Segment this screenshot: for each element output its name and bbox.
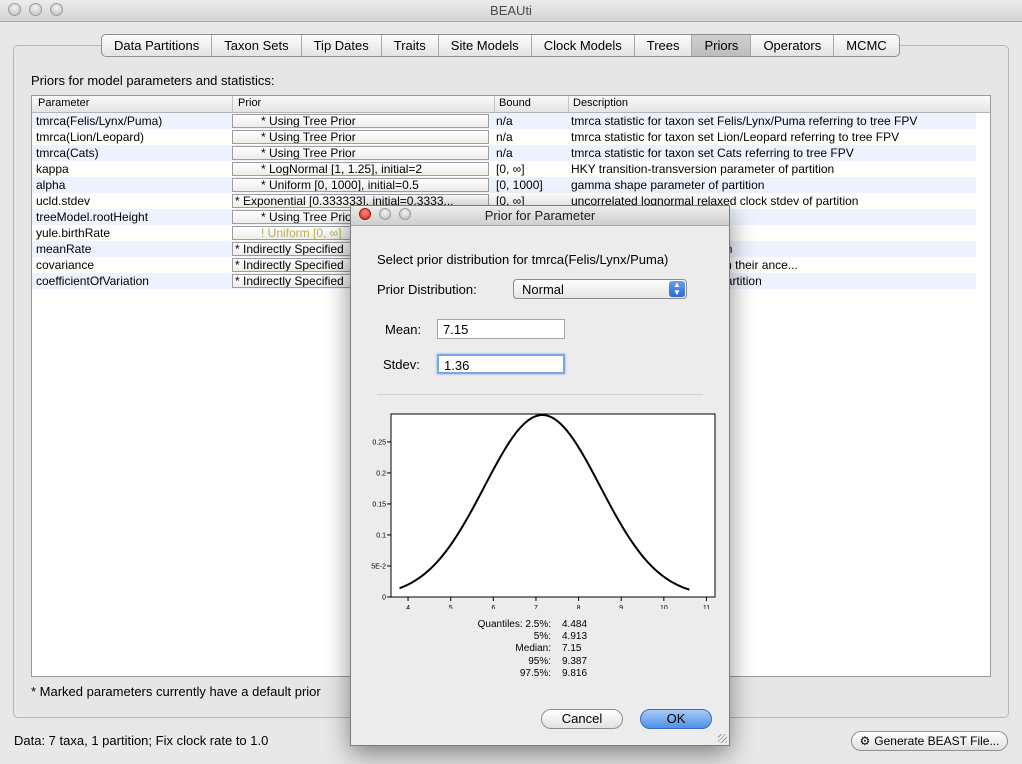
- dialog-separator: [377, 394, 703, 395]
- dialog-prompt: Select prior distribution for tmrca(Feli…: [377, 252, 669, 267]
- column-header-prior[interactable]: Prior: [238, 97, 261, 109]
- dialog-title: Prior for Parameter: [484, 208, 596, 223]
- prior-button[interactable]: * Using Tree Prior: [232, 114, 489, 128]
- tab-operators[interactable]: Operators: [751, 35, 835, 56]
- quantile-value: 4.913: [562, 631, 588, 643]
- mean-label: Mean:: [385, 322, 422, 337]
- x-tick-label: 8: [577, 605, 581, 609]
- quantile-label: Quantiles: 2.5%:: [477, 619, 551, 630]
- tab-clock-models[interactable]: Clock Models: [532, 35, 635, 56]
- cancel-button[interactable]: Cancel: [541, 709, 623, 729]
- parameter-cell: alpha: [36, 178, 66, 192]
- tab-mcmc[interactable]: MCMC: [834, 35, 898, 56]
- gear-icon: ⚙: [859, 734, 871, 748]
- x-tick-label: 10: [660, 605, 668, 609]
- y-tick-label: 0.2: [376, 470, 386, 477]
- table-row[interactable]: alpha * Uniform [0, 1000], initial=0.5 […: [32, 177, 976, 193]
- tab-site-models[interactable]: Site Models: [439, 35, 532, 56]
- description-cell: gamma shape parameter of partition: [571, 178, 765, 192]
- y-tick-label: 0.1: [376, 532, 386, 539]
- y-tick-label: 0.25: [372, 439, 386, 446]
- column-header-description[interactable]: Description: [573, 97, 628, 109]
- x-tick-label: 11: [703, 605, 710, 609]
- tab-traits[interactable]: Traits: [382, 35, 439, 56]
- prior-button[interactable]: * Using Tree Prior: [232, 146, 489, 160]
- quantile-label: Median:: [515, 643, 551, 655]
- quantile-value: 7.15: [562, 643, 582, 655]
- priors-section-label: Priors for model parameters and statisti…: [31, 73, 275, 88]
- ok-button[interactable]: OK: [640, 709, 712, 729]
- quantile-label: 97.5%:: [519, 667, 551, 679]
- prior-button[interactable]: * LogNormal [1, 1.25], initial=2: [232, 162, 489, 176]
- description-cell: tmrca statistic for taxon set Cats refer…: [571, 146, 854, 160]
- tab-taxon-sets[interactable]: Taxon Sets: [212, 35, 302, 56]
- parameter-cell: kappa: [36, 162, 69, 176]
- updown-arrows-icon: ▲ ▼: [669, 281, 685, 297]
- default-prior-footnote: * Marked parameters currently have a def…: [31, 684, 321, 699]
- parameter-cell: tmrca(Cats): [36, 146, 99, 160]
- description-cell: tmrca statistic for taxon set Felis/Lynx…: [571, 114, 918, 128]
- mean-input[interactable]: 7.15: [437, 319, 565, 339]
- table-row[interactable]: kappa * LogNormal [1, 1.25], initial=2 […: [32, 161, 976, 177]
- x-tick-label: 4: [406, 605, 410, 609]
- quantile-value: 9.387: [562, 655, 588, 667]
- tab-tip-dates[interactable]: Tip Dates: [302, 35, 382, 56]
- parameter-cell: tmrca(Lion/Leopard): [36, 130, 145, 144]
- prior-distribution-label: Prior Distribution:: [377, 282, 477, 297]
- resize-grip[interactable]: [718, 734, 727, 743]
- table-row[interactable]: tmrca(Felis/Lynx/Puma) * Using Tree Prio…: [32, 113, 976, 129]
- table-row[interactable]: tmrca(Cats) * Using Tree Prior n/a tmrca…: [32, 145, 976, 161]
- dialog-titlebar: Prior for Parameter: [351, 206, 729, 226]
- tab-bar: Data Partitions Taxon Sets Tip Dates Tra…: [101, 34, 900, 57]
- stdev-label: Stdev:: [383, 357, 420, 372]
- quantile-label: 95%:: [528, 655, 551, 667]
- prior-distribution-value: Normal: [522, 282, 564, 297]
- parameter-cell: treeModel.rootHeight: [36, 210, 149, 224]
- prior-distribution-select[interactable]: Normal ▲ ▼: [513, 279, 687, 299]
- quantile-value: 4.484: [562, 619, 588, 630]
- column-header-bound[interactable]: Bound: [499, 97, 531, 109]
- x-tick-label: 6: [491, 605, 495, 609]
- prior-button[interactable]: * Uniform [0, 1000], initial=0.5: [232, 178, 489, 192]
- y-tick-label: 0.15: [372, 501, 386, 508]
- bound-cell: n/a: [496, 114, 513, 128]
- column-header-parameter[interactable]: Parameter: [38, 97, 89, 109]
- parameter-cell: covariance: [36, 258, 95, 272]
- description-cell: HKY transition-transversion parameter of…: [571, 162, 835, 176]
- prior-dialog: Prior for Parameter Select prior distrib…: [350, 205, 730, 746]
- distribution-chart: 4 5 6 7 8 9 10 11 0 5E-2 0.1 0.15 0.2 0.25: [371, 413, 716, 609]
- bound-cell: n/a: [496, 130, 513, 144]
- bound-cell: [0, ∞]: [496, 162, 525, 176]
- x-tick-label: 9: [619, 605, 623, 609]
- bound-cell: [0, 1000]: [496, 178, 543, 192]
- parameter-cell: coefficientOfVariation: [36, 274, 149, 288]
- x-tick-label: 5: [449, 605, 453, 609]
- stdev-input[interactable]: 1.36: [437, 354, 565, 374]
- table-row[interactable]: tmrca(Lion/Leopard) * Using Tree Prior n…: [32, 129, 976, 145]
- window-title: BEAUti: [490, 3, 532, 18]
- bound-cell: n/a: [496, 146, 513, 160]
- y-tick-label: 5E-2: [371, 563, 386, 570]
- parameter-cell: meanRate: [36, 242, 92, 256]
- quantile-value: 9.816: [562, 667, 588, 679]
- generate-beast-file-button[interactable]: ⚙ Generate BEAST File...: [851, 731, 1008, 751]
- y-tick-label: 0: [382, 595, 386, 602]
- prior-button[interactable]: * Using Tree Prior: [232, 130, 489, 144]
- parameter-cell: yule.birthRate: [36, 226, 111, 240]
- tab-data-partitions[interactable]: Data Partitions: [102, 35, 213, 56]
- generate-button-label: Generate BEAST File...: [874, 734, 1000, 748]
- quantile-labels: Quantiles: 2.5%: 5%: Median: 95%: 97.5%:: [451, 619, 551, 680]
- tab-priors[interactable]: Priors: [692, 35, 752, 56]
- tab-trees[interactable]: Trees: [635, 35, 693, 56]
- status-text: Data: 7 taxa, 1 partition; Fix clock rat…: [14, 733, 269, 748]
- description-cell: tmrca statistic for taxon set Lion/Leopa…: [571, 130, 900, 144]
- plot-area: [390, 413, 716, 598]
- parameter-cell: tmrca(Felis/Lynx/Puma): [36, 114, 163, 128]
- quantile-values: 4.484 4.913 7.15 9.387 9.816: [562, 619, 622, 680]
- quantile-label: 5%:: [533, 631, 551, 643]
- table-header: Parameter Prior Bound Description: [32, 96, 990, 113]
- window-titlebar: BEAUti: [0, 0, 1022, 22]
- parameter-cell: ucld.stdev: [36, 194, 91, 208]
- x-tick-label: 7: [534, 605, 538, 609]
